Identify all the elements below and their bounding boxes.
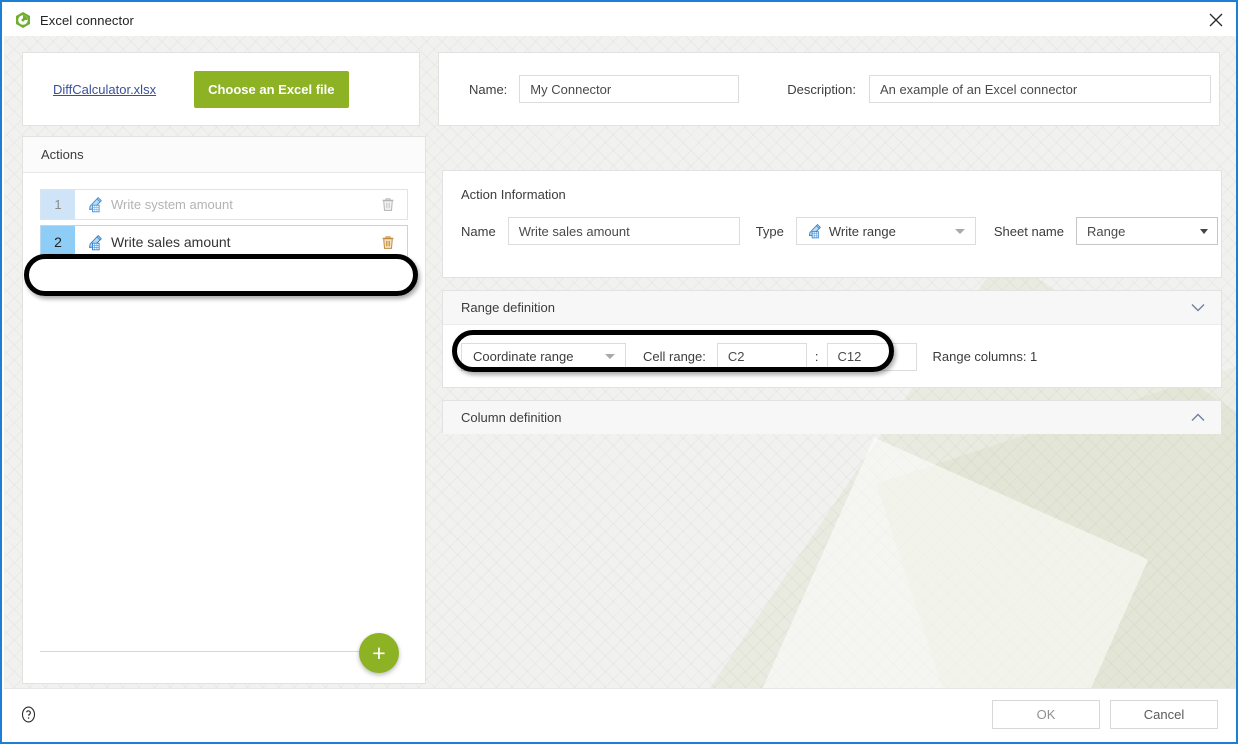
cell-range-label: Cell range: [643,349,706,364]
trash-icon[interactable] [381,197,395,212]
range-columns-text: Range columns: 1 [932,349,1038,364]
cell-range-end-input[interactable] [826,342,917,371]
trash-icon[interactable] [381,235,395,250]
write-range-icon [808,224,821,239]
sheet-name-label: Sheet name [993,223,1064,239]
connector-name-input[interactable] [519,75,740,103]
dialog-content: DiffCalculator.xlsx Choose an Excel file… [4,36,1236,693]
actions-panel-header: Actions [23,137,425,173]
column-definition-panel: Column definition [442,400,1222,434]
background-watermark-3 [727,437,1149,693]
write-range-icon [89,197,102,213]
range-mode-value: Coordinate range [473,349,574,364]
cancel-button[interactable]: Cancel [1110,700,1218,729]
action-name-input[interactable] [507,217,740,245]
connector-description-input[interactable] [868,75,1211,103]
selected-file-link[interactable]: DiffCalculator.xlsx [53,82,156,97]
action-label: Write sales amount [111,234,231,250]
range-definition-header[interactable]: Range definition [443,291,1221,325]
ok-button[interactable]: OK [992,700,1100,729]
connector-meta-panel: Name: Description: [438,52,1220,126]
range-definition-title: Range definition [461,300,555,315]
add-action-button[interactable]: + [359,633,399,673]
action-row-1[interactable]: 1 Write system amount [40,189,408,220]
cell-range-separator: : [814,349,819,364]
action-type-label: Type [755,223,784,239]
chevron-down-icon [1199,228,1208,234]
title-bar: Excel connector [4,4,1236,36]
excel-connector-icon [16,12,30,28]
cell-range-start-input[interactable] [716,342,807,371]
action-type-value: Write range [828,223,896,239]
connector-description-label: Description: [787,81,856,97]
actions-list: 1 Write system amount 2 Write sales amou… [23,173,425,259]
connector-name-label: Name: [469,81,508,97]
sheet-name-dropdown[interactable]: Range [1075,217,1218,245]
column-definition-header[interactable]: Column definition [443,401,1221,434]
action-name-label: Name [461,223,496,239]
write-range-icon [89,234,102,250]
window-title: Excel connector [40,12,134,28]
action-row-2[interactable]: 2 Write sales amount [40,225,408,259]
range-mode-dropdown[interactable]: Coordinate range [461,342,626,371]
action-label: Write system amount [111,197,233,212]
action-type-dropdown[interactable]: Write range [795,217,976,245]
chevron-down-icon[interactable] [1191,303,1205,312]
chevron-down-icon [605,354,615,359]
actions-panel: Actions 1 Write system amount 2 Write sa… [22,136,426,684]
action-number: 2 [41,226,75,258]
column-definition-title: Column definition [461,410,562,425]
excel-connector-dialog: Excel connector DiffCalculator.xlsx Choo… [0,0,1238,744]
choose-excel-file-button[interactable]: Choose an Excel file [194,70,349,108]
file-selection-panel: DiffCalculator.xlsx Choose an Excel file [22,52,420,126]
range-definition-body: Coordinate range Cell range: : Range col… [443,325,1221,388]
close-icon [1209,13,1223,27]
close-button[interactable] [1194,4,1236,36]
action-information-title: Action Information [461,187,566,202]
action-information-row: Name Type Write range Sheet name Range [461,217,1221,245]
action-information-panel: Action Information Name Type Write range… [442,170,1222,278]
actions-panel-footer: + [23,619,425,683]
range-definition-panel: Range definition Coordinate range Cell r… [442,290,1222,388]
help-icon[interactable] [20,706,37,723]
action-number: 1 [41,190,75,219]
chevron-down-icon [954,228,965,234]
sheet-name-value: Range [1086,223,1126,239]
chevron-up-icon[interactable] [1191,413,1205,422]
actions-header-label: Actions [41,147,84,162]
actions-divider [40,651,360,652]
dialog-footer: OK Cancel [4,688,1236,740]
